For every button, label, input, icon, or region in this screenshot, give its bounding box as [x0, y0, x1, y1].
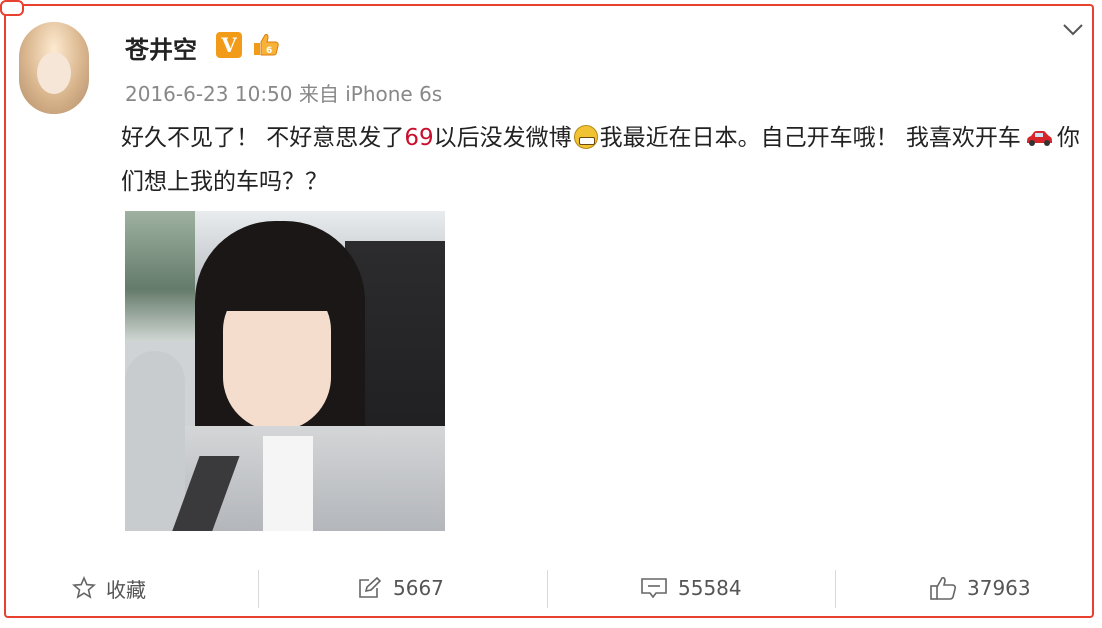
- member-level-icon[interactable]: 6: [250, 31, 282, 59]
- comment-button[interactable]: 55584: [640, 570, 742, 606]
- car-emoji-icon: [1026, 131, 1052, 146]
- post-text: 好久不见了！ 不好意思发了69以后没发微博 我最近在日本。自己开车哦！ 我喜欢开车…: [121, 116, 1089, 204]
- grin-emoji-icon: [573, 125, 598, 149]
- action-divider: [547, 570, 548, 608]
- avatar[interactable]: [19, 22, 89, 114]
- post-photo[interactable]: [125, 211, 445, 531]
- like-count: 37963: [967, 576, 1031, 600]
- favorite-button[interactable]: 收藏: [72, 570, 146, 606]
- action-divider: [835, 570, 836, 608]
- star-icon: [72, 576, 96, 599]
- post-text-part2: 以后没发微博: [433, 125, 572, 151]
- comment-icon: [641, 578, 667, 599]
- post-meta-time-source: 2016-6-23 10:50 来自 iPhone 6s: [125, 82, 443, 106]
- like-button[interactable]: 37963: [929, 570, 1031, 606]
- username[interactable]: 苍井空: [125, 30, 197, 65]
- favorite-label: 收藏: [106, 577, 146, 602]
- repost-edit-icon: [359, 576, 382, 598]
- action-divider: [258, 570, 259, 608]
- comment-count: 55584: [678, 576, 742, 600]
- repost-count: 5667: [393, 576, 444, 600]
- chevron-down-icon[interactable]: [1060, 16, 1086, 42]
- post-text-highlight-link[interactable]: 69: [404, 125, 433, 151]
- post-text-part1: 好久不见了！ 不好意思发了: [121, 125, 405, 151]
- repost-button[interactable]: 5667: [357, 570, 444, 606]
- verified-badge-icon[interactable]: V: [216, 32, 242, 58]
- thumbs-up-icon: [930, 577, 957, 600]
- svg-text:6: 6: [266, 46, 272, 56]
- corner-marker: [0, 0, 24, 16]
- post-text-part3: 我最近在日本。自己开车哦！ 我喜欢开车: [599, 125, 1021, 151]
